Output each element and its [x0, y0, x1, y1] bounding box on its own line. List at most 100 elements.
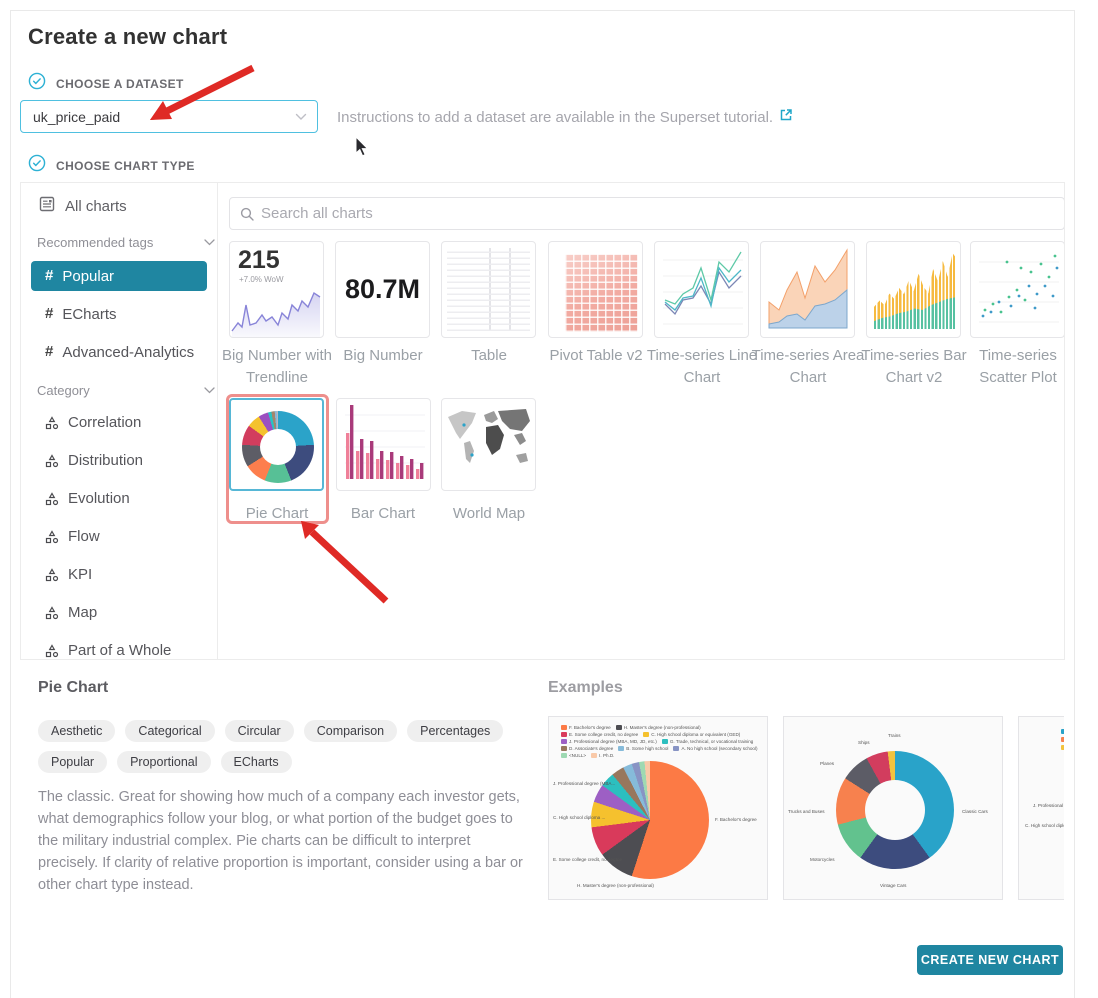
category-header-label: Category [37, 383, 90, 398]
pie-callout: J. Professional degree (M [1033, 803, 1064, 808]
card-thumb-bar-chart-v2[interactable] [866, 241, 961, 338]
tag-pill: Popular [38, 751, 107, 773]
pivot-thumbnail [565, 254, 638, 332]
chevron-down-icon [295, 108, 307, 126]
pie-chart-thumbnail [242, 411, 314, 483]
page-title: Create a new chart [28, 24, 227, 50]
card-thumb-scatter-plot[interactable] [970, 241, 1065, 338]
details-description: The classic. Great for showing how much … [38, 786, 532, 896]
big-number-value: 80.7M [336, 242, 429, 337]
search-icon [240, 207, 254, 221]
card-label-world-map[interactable]: World Map [430, 503, 548, 525]
tag-pill: ECharts [221, 751, 292, 773]
sidebar-item-label: Popular [62, 268, 114, 285]
sidebar-item-evolution[interactable]: Evolution [45, 490, 130, 507]
recommended-tags-header[interactable]: Recommended tags [37, 235, 215, 250]
choose-chart-type-label: CHOOSE CHART TYPE [56, 159, 195, 173]
chart-search [229, 197, 1065, 230]
sidebar-item-part-of-a-whole[interactable]: Part of a Whole [45, 642, 171, 659]
card-thumb-world-map[interactable] [441, 398, 536, 491]
recommended-tags-label: Recommended tags [37, 235, 153, 250]
big-number-delta: +7.0% WoW [239, 275, 284, 284]
sidebar-item-distribution[interactable]: Distribution [45, 452, 143, 469]
hash-icon [45, 305, 53, 323]
sparkline [230, 287, 323, 337]
card-thumb-bar-chart[interactable] [336, 398, 431, 491]
table-thumbnail [447, 248, 530, 331]
card-label-scatter-plot[interactable]: Time-series Scatter Plot [959, 345, 1065, 389]
sidebar-item-flow[interactable]: Flow [45, 528, 100, 545]
create-new-chart-button[interactable]: CREATE NEW CHART [917, 945, 1063, 975]
card-label-pivot-table[interactable]: Pivot Table v2 [537, 345, 655, 367]
sidebar-item-popular[interactable]: Popular [31, 261, 207, 291]
sidebar-item-label: Part of a Whole [68, 642, 171, 659]
tag-pill: Comparison [304, 720, 397, 742]
pie-callout: J. Professional degree (MBA... [553, 781, 615, 786]
card-thumb-pie-chart[interactable] [229, 398, 324, 491]
sidebar-item-map[interactable]: Map [45, 604, 97, 621]
details-title: Pie Chart [38, 679, 108, 697]
donut-callout: Planes [820, 761, 834, 766]
donut-callout: Ships [858, 740, 870, 745]
check-circle-icon [28, 154, 46, 177]
big-number-value: 215 [238, 246, 280, 275]
card-label-bar-chart-v2[interactable]: Time-series Bar Chart v2 [855, 345, 973, 389]
donut-callout: Motorcycles [810, 857, 835, 862]
sidebar-item-kpi[interactable]: KPI [45, 566, 92, 583]
card-thumb-pivot-table[interactable] [548, 241, 643, 338]
pie-callout: F. Bachelor's degree [715, 817, 757, 822]
dataset-instructions: Instructions to add a dataset are availa… [337, 108, 793, 126]
sidebar-item-advanced-analytics[interactable]: Advanced-Analytics [31, 337, 207, 367]
card-label-bar-chart[interactable]: Bar Chart [324, 503, 442, 525]
donut-callout: Vintage Cars [880, 883, 906, 888]
sidebar-item-correlation[interactable]: Correlation [45, 414, 141, 431]
card-thumb-big-number-trendline[interactable]: 215 +7.0% WoW [229, 241, 324, 338]
category-header[interactable]: Category [37, 383, 215, 398]
donut-callout: Classic Cars [962, 809, 988, 814]
hash-icon [45, 267, 53, 285]
all-charts-icon [39, 196, 55, 217]
example-pie-chart-3: F. Bachelor's degree C. High school dipl… [1018, 716, 1064, 900]
pie-callout: C. High school diploma or eq [1025, 823, 1064, 828]
chart-type-panel: All charts Recommended tags Popular ECha… [20, 182, 1065, 660]
category-icon [45, 416, 59, 430]
hash-icon [45, 343, 53, 361]
card-label-big-number-trendline[interactable]: Big Number with Trendline [218, 345, 336, 389]
bar-chart-v2-thumbnail [874, 250, 955, 329]
card-thumb-area-chart[interactable] [760, 241, 855, 338]
card-thumb-line-chart[interactable] [654, 241, 749, 338]
card-label-pie-chart[interactable]: Pie Chart [218, 503, 336, 525]
pie-callout: E. Some college credit, no degree [553, 857, 622, 862]
sidebar-item-label: Correlation [68, 414, 141, 431]
category-icon [45, 530, 59, 544]
line-chart-thumbnail [655, 242, 748, 337]
card-thumb-table[interactable] [441, 241, 536, 338]
sidebar-item-echarts[interactable]: ECharts [31, 299, 207, 329]
category-icon [45, 568, 59, 582]
sidebar-item-all-charts[interactable]: All charts [39, 196, 127, 217]
category-icon [45, 454, 59, 468]
sidebar-item-label: Distribution [68, 452, 143, 469]
tag-pill: Circular [225, 720, 294, 742]
card-label-line-chart[interactable]: Time-series Line Chart [643, 345, 761, 389]
sidebar-item-label: KPI [68, 566, 92, 583]
donut-callout: Trains [888, 733, 901, 738]
external-link-icon[interactable] [779, 108, 793, 126]
category-icon [45, 492, 59, 506]
card-label-area-chart[interactable]: Time-series Area Chart [749, 345, 867, 389]
step-chart-type: CHOOSE CHART TYPE [28, 154, 195, 177]
card-label-big-number[interactable]: Big Number [324, 345, 442, 367]
pie-callout: H. Master's degree (non-professional) [577, 883, 654, 888]
all-charts-label: All charts [65, 198, 127, 215]
card-label-table[interactable]: Table [430, 345, 548, 367]
step-dataset: CHOOSE A DATASET [28, 72, 184, 95]
dataset-select[interactable]: uk_price_paid [20, 100, 318, 133]
sidebar-item-label: Advanced-Analytics [62, 344, 194, 361]
search-input[interactable] [261, 205, 1054, 222]
card-thumb-big-number[interactable]: 80.7M [335, 241, 430, 338]
scatter-plot-thumbnail [971, 242, 1064, 337]
example-3-legend: F. Bachelor's degree C. High school dipl… [1061, 729, 1064, 750]
choose-dataset-label: CHOOSE A DATASET [56, 77, 184, 91]
world-map-thumbnail [442, 399, 535, 490]
area-chart-thumbnail [761, 242, 854, 337]
